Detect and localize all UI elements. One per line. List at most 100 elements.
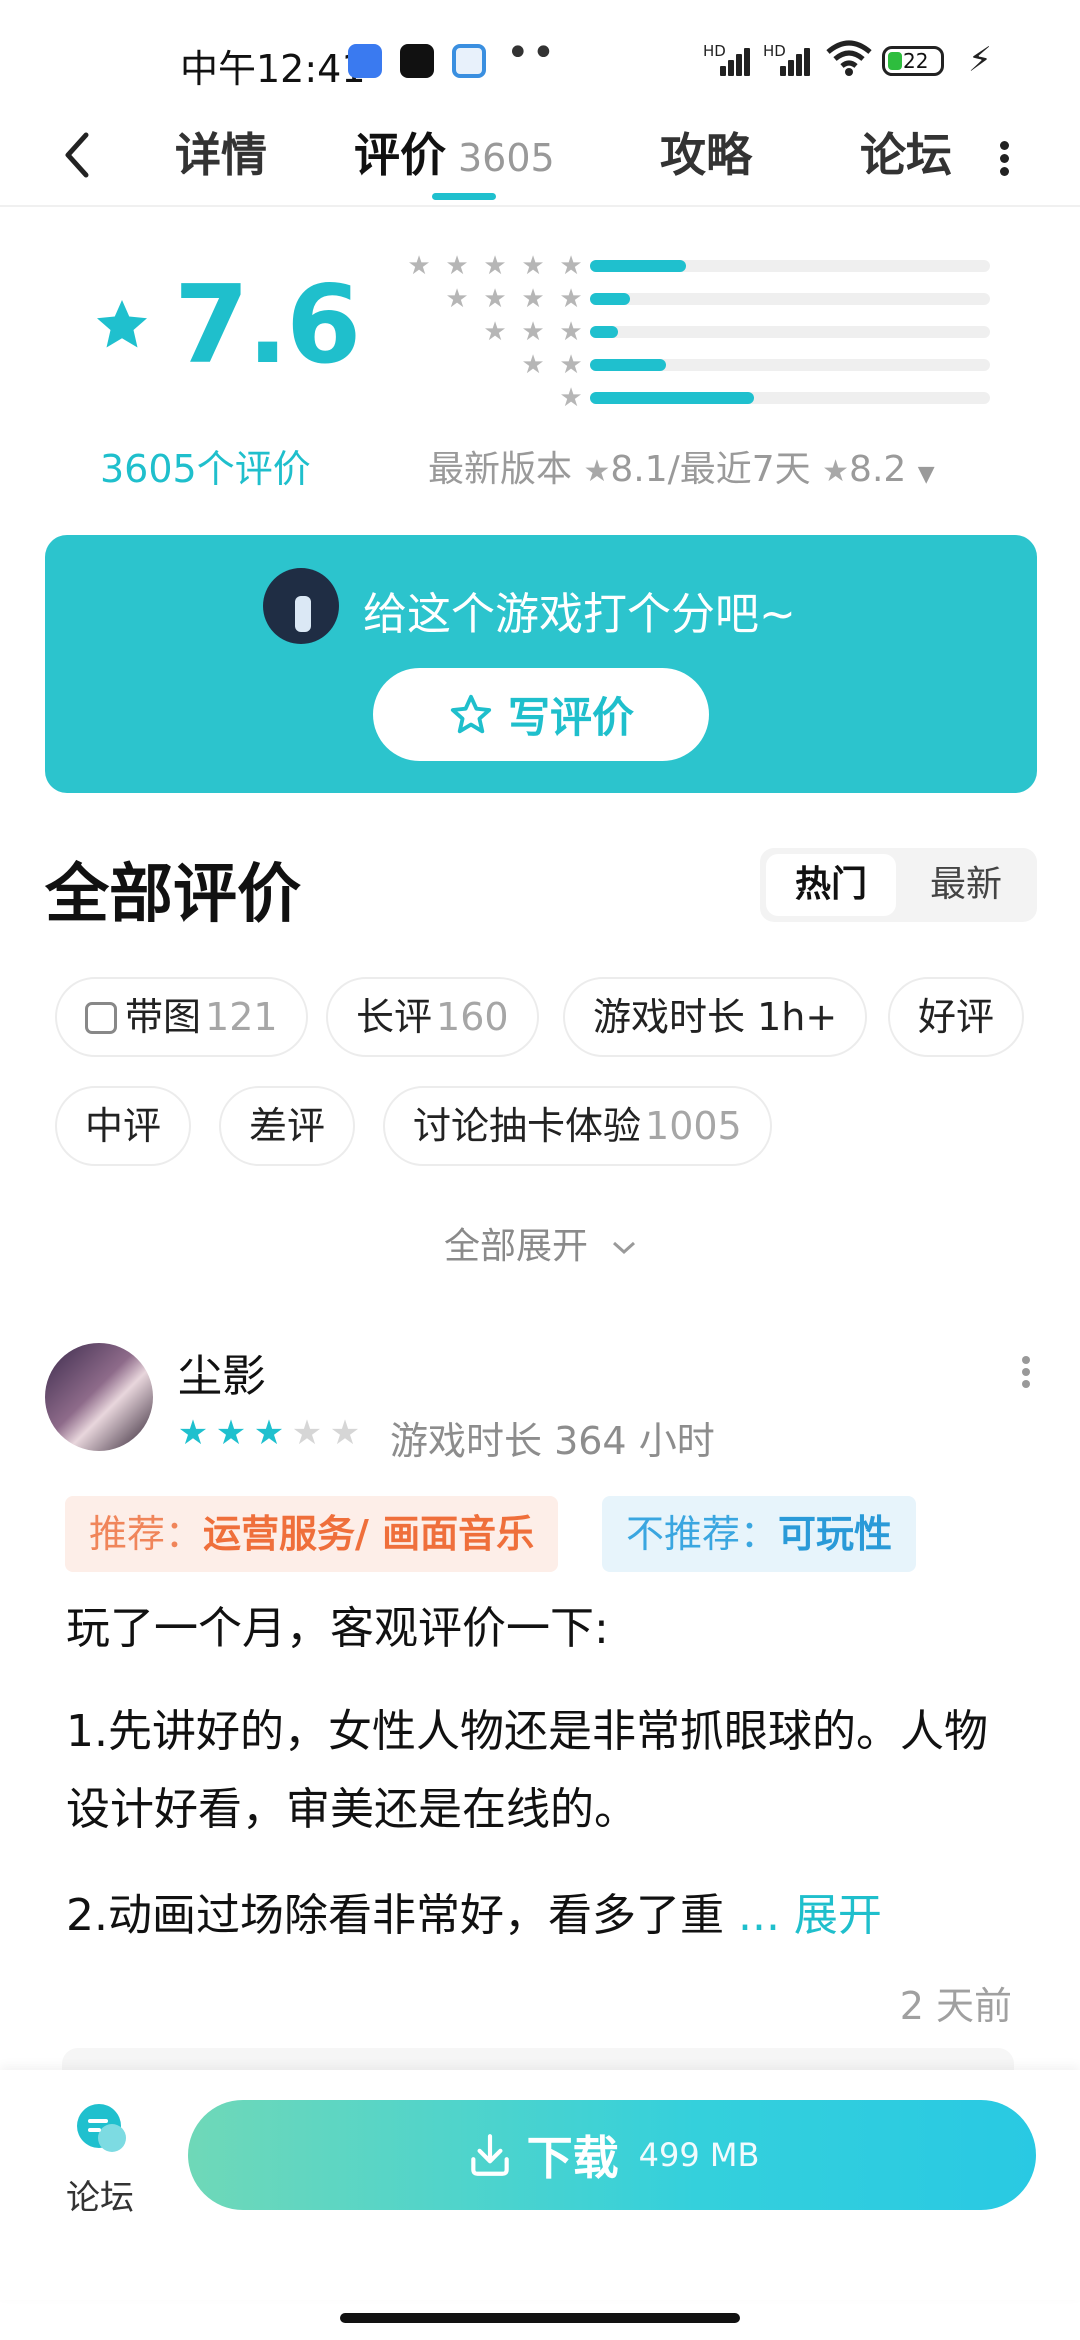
sort-toggle: 热门 最新 [760,848,1037,922]
row-stars: ★ ★ ★ [476,316,590,349]
gray-star-icon: ★ [483,284,507,314]
gray-star-icon: ★ [559,284,583,314]
reviewer-avatar[interactable] [45,1343,153,1451]
charging-icon: ⚡ [968,40,992,80]
gray-star-icon: ★ [559,383,583,413]
gray-star-icon: ★ [521,350,545,380]
distribution-track [590,326,990,338]
distribution-row-5-stars: ★ ★ ★ ★ ★ [395,250,995,283]
distribution-fill [590,293,630,305]
wifi-icon [826,40,872,76]
tab-forum[interactable]: 论坛 [860,115,952,207]
recommend-tag: 推荐：运营服务/ 画面音乐 [65,1496,559,1572]
row-stars: ★ [552,382,590,415]
bottom-action-bar: 论坛 下载 499 MB [0,2070,1080,2300]
active-tab-indicator [432,193,496,200]
filled-star-icon: ★ [253,1413,285,1453]
empty-star-icon: ★ [291,1413,323,1453]
rating-distribution: ★ ★ ★ ★ ★ ★ ★ ★ ★ ★ ★ ★ ★ ★ ★ [395,250,995,415]
forum-icon[interactable] [72,2102,130,2156]
filled-star-icon: ★ [177,1413,209,1453]
download-label: 下载 [526,2131,619,2185]
expand-all-button[interactable]: 全部展开 [444,1217,639,1269]
distribution-track [590,293,990,305]
distribution-row-4-stars: ★ ★ ★ ★ [395,283,995,316]
not-recommend-tag: 不推荐：可玩性 [602,1496,917,1572]
version-score: 8.1 [610,449,668,490]
gray-star-icon: ★ [559,350,583,380]
review-paragraph-2: 1.先讲好的，女性人物还是非常抓眼球的。人物设计好看，审美还是在线的。 [66,1706,988,1835]
battery-level: 22 [903,49,929,73]
version-label: 最新版本 [428,449,573,490]
tab-details[interactable]: 详情 [175,115,267,207]
gray-star-icon: ★ [483,317,507,347]
forum-label[interactable]: 论坛 [66,2170,134,2219]
filled-star-icon: ★ [215,1413,247,1453]
filter-chip-positive[interactable]: 好评 [888,977,1025,1057]
filter-chip-long[interactable]: 长评 160 [326,977,539,1057]
empty-star-icon: ★ [329,1413,361,1453]
write-review-label: 写评价 [507,693,634,742]
distribution-fill [590,359,666,371]
more-notifications-icon: •• [506,30,558,76]
more-options-icon[interactable] [994,127,1014,187]
distribution-fill [590,260,686,272]
home-indicator[interactable] [340,2313,740,2323]
gray-star-icon: ★ [445,284,469,314]
all-reviews-title: 全部评价 [45,858,301,932]
distribution-track [590,392,990,404]
gray-star-icon: ★ [521,251,545,281]
review-count: 3605个评价 [100,447,311,491]
download-size: 499 MB [638,2136,760,2174]
review-paragraph-3: 2.动画过场除看非常好，看多了重 ... 展开 [66,1890,882,1941]
gray-star-icon: ★ [559,251,583,281]
status-bar: 中午12:41 •• HD HD 22 ⚡ [0,0,1080,115]
baidu-app-icon [348,44,382,78]
tiktok-app-icon [400,44,434,78]
star-outline-icon [450,694,492,733]
gray-star-icon: ★ [445,251,469,281]
gray-star-icon: ★ [521,317,545,347]
gray-star-icon: ★ [407,251,431,281]
status-time: 中午12:41 [180,47,366,91]
review-stars: ★ ★ ★ ★ ★ [174,1413,364,1453]
filter-chip-neutral[interactable]: 中评 [55,1086,192,1166]
row-stars: ★ ★ ★ ★ ★ [400,250,590,283]
star-icon: ★ [822,454,850,489]
battery-icon: 22 [882,46,944,76]
filter-chip-gacha[interactable]: 讨论抽卡体验 1005 [383,1086,772,1166]
recent-label: /最近7天 [667,449,811,490]
reviewer-name[interactable]: 尘影 [178,1340,266,1404]
chevron-down-icon [613,1241,636,1255]
row-stars: ★ ★ ★ ★ [438,283,590,316]
review-more-options-icon[interactable] [1020,1352,1032,1392]
user-avatar [263,568,339,644]
recent-score: 8.2 [849,449,907,490]
top-nav: 详情 评价 3605 攻略 论坛 [0,115,1080,207]
distribution-fill [590,392,754,404]
write-review-button[interactable]: 写评价 [373,668,709,761]
distribution-row-2-stars: ★ ★ [395,349,995,382]
rate-prompt-card: 给这个游戏打个分吧~ 写评价 [45,535,1037,793]
distribution-fill [590,326,618,338]
back-arrow-icon[interactable] [56,125,106,185]
score-star-icon [97,300,147,348]
score-value: 7.6 [174,262,361,388]
review-tab-count: 3605 [458,136,555,180]
sort-newest-button[interactable]: 最新 [901,854,1031,916]
expand-review-link[interactable]: ... 展开 [738,1890,882,1941]
sort-hot-button[interactable]: 热门 [766,854,896,916]
filter-chip-negative[interactable]: 差评 [219,1086,356,1166]
distribution-track [590,260,990,272]
gray-star-icon: ★ [483,251,507,281]
filter-chip-playtime[interactable]: 游戏时长 1h+ [563,977,868,1057]
tab-guides[interactable]: 攻略 [660,115,752,207]
browser-app-icon [452,44,486,78]
dropdown-arrow-icon: ▼ [917,462,935,487]
row-stars: ★ ★ [514,349,590,382]
star-icon: ★ [583,454,611,489]
download-button[interactable]: 下载 499 MB [188,2100,1036,2210]
filter-chip-with-images[interactable]: 带图 121 [55,977,308,1057]
version-rating[interactable]: 最新版本 ★8.1/最近7天 ★8.2 ▼ [428,440,935,492]
rate-prompt-text: 给这个游戏打个分吧~ [363,589,796,640]
